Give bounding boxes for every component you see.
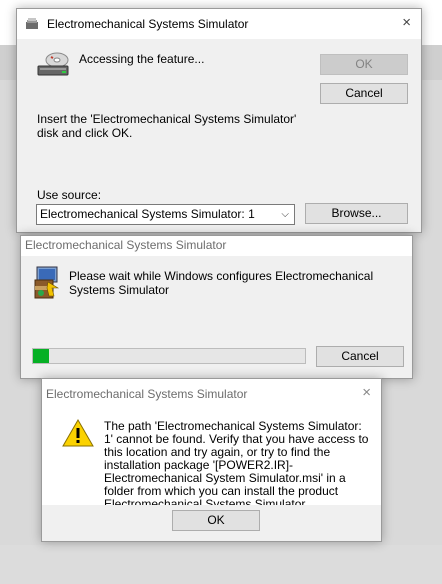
configuring-dialog: Electromechanical Systems Simulator Plea…: [20, 235, 413, 379]
use-source-label: Use source:: [37, 188, 102, 202]
disk-drive-icon: [37, 52, 69, 76]
title-bar: Electromechanical Systems Simulator: [21, 236, 412, 256]
insert-disk-dialog: Electromechanical Systems Simulator × Ac…: [16, 8, 422, 233]
close-icon[interactable]: ×: [402, 15, 411, 30]
configuring-message: Please wait while Windows configures Ele…: [69, 269, 374, 297]
ok-button[interactable]: OK: [172, 510, 260, 531]
chevron-down-icon: ⌵: [281, 209, 289, 220]
title-bar: Electromechanical Systems Simulator ×: [17, 9, 421, 39]
browse-button[interactable]: Browse...: [305, 203, 408, 224]
app-icon: [26, 18, 38, 29]
source-select[interactable]: Electromechanical Systems Simulator: 1 ⌵: [36, 204, 295, 225]
warning-icon: [62, 419, 94, 447]
path-not-found-dialog: Electromechanical Systems Simulator × Th…: [41, 378, 382, 542]
installer-icon: [34, 266, 60, 299]
cancel-button[interactable]: Cancel: [320, 83, 408, 104]
source-value: Electromechanical Systems Simulator: 1: [40, 207, 255, 221]
dialog-heading: Accessing the feature...: [79, 52, 205, 66]
cancel-button[interactable]: Cancel: [316, 346, 404, 367]
close-icon[interactable]: ×: [362, 385, 371, 400]
error-message: The path 'Electromechanical Systems Simu…: [104, 419, 369, 511]
title-bar: Electromechanical Systems Simulator ×: [42, 379, 381, 409]
progress-fill: [33, 349, 50, 363]
configure-progress-bar: [32, 348, 306, 364]
window-title: Electromechanical Systems Simulator: [25, 238, 227, 252]
insert-disk-message: Insert the 'Electromechanical Systems Si…: [37, 112, 297, 140]
window-title: Electromechanical Systems Simulator: [46, 387, 248, 401]
background-bottom: [0, 545, 442, 584]
ok-button[interactable]: OK: [320, 54, 408, 75]
window-title: Electromechanical Systems Simulator: [47, 17, 249, 31]
